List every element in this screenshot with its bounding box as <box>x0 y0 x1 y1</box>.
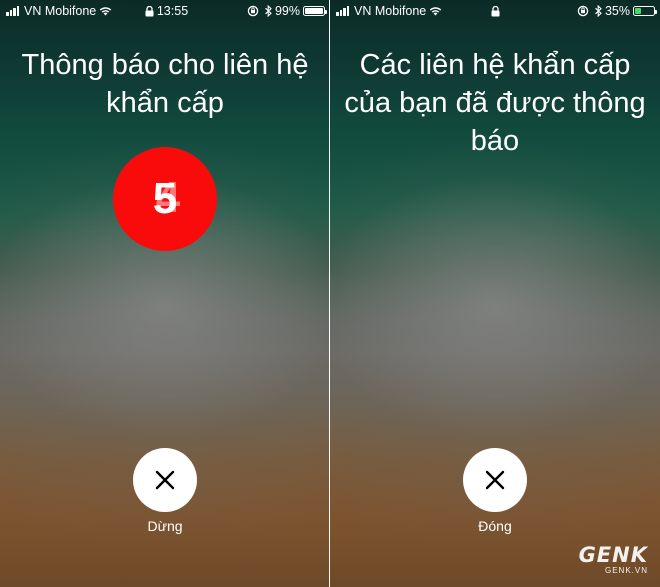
watermark-brand: GENK <box>578 543 648 567</box>
screen-title: Thông báo cho liên hệ khẩn cấp <box>21 49 309 119</box>
battery-percentage: 99% <box>274 4 300 18</box>
close-button[interactable] <box>463 448 527 512</box>
lock-icon <box>145 5 154 17</box>
stop-button[interactable] <box>133 448 197 512</box>
rotation-lock-icon <box>247 5 259 17</box>
battery-percentage: 35% <box>604 4 630 18</box>
watermark: GENK GENK.VN <box>579 544 648 575</box>
countdown-circle: 5 4 <box>113 147 217 251</box>
emergency-sos-countdown-screen: VN Mobifone 13:55 99% Thông báo cho liên… <box>0 0 330 587</box>
battery-icon <box>303 6 327 16</box>
battery-level-fill <box>635 8 642 14</box>
status-bar: VN Mobifone 13:55 99% <box>0 0 330 22</box>
bluetooth-icon <box>595 5 602 17</box>
status-bar: VN Mobifone 35% <box>330 0 660 22</box>
clock-time: 13:55 <box>156 4 189 18</box>
countdown-number-next: 4 <box>155 173 181 222</box>
close-icon <box>485 470 505 490</box>
emergency-contacts-notified-screen: VN Mobifone 35% Các liên hệ khẩn cấp của… <box>330 0 660 587</box>
bluetooth-icon <box>265 5 272 17</box>
lock-icon <box>491 5 500 17</box>
stop-button-label: Dừng <box>147 518 183 534</box>
close-icon <box>155 470 175 490</box>
close-button-label: Đóng <box>478 518 512 534</box>
battery-icon <box>633 6 657 16</box>
rotation-lock-icon <box>577 5 589 17</box>
watermark-domain: GENK.VN <box>604 566 648 575</box>
screen-title: Các liên hệ khẩn cấp của bạn đã được thô… <box>344 49 646 157</box>
battery-level-fill <box>305 8 323 14</box>
